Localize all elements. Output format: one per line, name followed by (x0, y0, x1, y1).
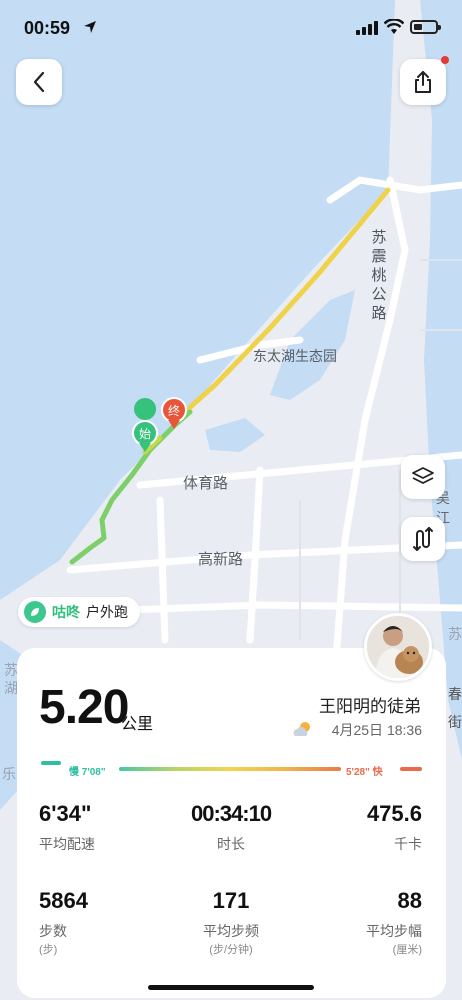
stride-label: 平均步幅 (366, 923, 422, 939)
chevron-left-icon (33, 71, 45, 93)
pace-slow-label: 慢 7'08" (69, 767, 106, 778)
route-replay-button[interactable] (401, 517, 445, 561)
distance-unit: 公里 (121, 716, 154, 733)
codoon-logo-icon (24, 601, 46, 623)
wifi-icon (384, 19, 404, 34)
back-button[interactable] (16, 59, 62, 105)
steps-unit: (步) (39, 944, 58, 956)
pace-fast-label: 5'28" 快 (346, 767, 383, 778)
map-layers-button[interactable] (401, 455, 445, 499)
steps-value: 5864 (39, 888, 88, 913)
layers-icon (412, 467, 434, 484)
end-marker-label: 终 (168, 403, 180, 418)
signal-icon (356, 21, 378, 35)
avatar-photo (367, 616, 429, 678)
location-arrow-icon (84, 21, 96, 33)
map-label-edge-le: 乐 (2, 766, 16, 782)
notification-dot (441, 56, 449, 64)
map-label-suzhen-road: 苏震桃公路 (371, 229, 387, 322)
cadence-unit: (步/分钟) (209, 944, 253, 956)
status-bar: 00:59 (0, 0, 462, 56)
avatar[interactable] (364, 613, 432, 681)
calories-value: 475.6 (366, 801, 422, 826)
partly-cloudy-icon (293, 722, 310, 736)
share-icon (415, 71, 431, 93)
map-label-edge-chun: 春 (448, 686, 462, 702)
calories-label: 千卡 (394, 836, 422, 852)
activity-type: 户外跑 (86, 604, 128, 620)
home-indicator[interactable] (148, 985, 314, 990)
cadence-label: 平均步频 (203, 923, 259, 939)
pace-slow-swatch (41, 761, 61, 765)
stride-unit: (厘米) (392, 944, 422, 956)
map-label-edge-jie: 街 (448, 714, 462, 730)
avg-pace-value: 6'34" (39, 801, 92, 826)
map-label-tiyu-road: 体育路 (183, 475, 229, 492)
brand-name: 咕咚 (52, 604, 80, 620)
summary-card: 5.20 公里 王阳明的徒弟 4月25日 18:36 慢 7'08" 5'28"… (17, 648, 446, 998)
map-label-eco-park: 东太湖生态园 (253, 348, 337, 364)
stride-value: 88 (397, 888, 422, 913)
route-icon (413, 527, 433, 551)
map-label-gaoxin-road: 高新路 (198, 551, 244, 568)
pace-fast-swatch (400, 767, 422, 771)
username[interactable]: 王阳明的徒弟 (319, 692, 421, 717)
map-label-edge-su: 苏 (448, 626, 462, 642)
map-label-edge-hu: 湖 (4, 680, 18, 696)
duration-value: 00:34:10 (191, 801, 272, 826)
pace-gradient-bar (119, 767, 341, 771)
share-button[interactable] (400, 56, 449, 105)
battery-icon (410, 20, 441, 34)
app-brand-pill: 咕咚 户外跑 (18, 597, 140, 627)
status-time: 00:59 (24, 18, 71, 38)
duration-label: 时长 (217, 836, 245, 852)
avg-pace-label: 平均配速 (39, 836, 95, 852)
activity-datetime: 4月25日 18:36 (331, 722, 422, 738)
cadence-value: 171 (212, 888, 250, 913)
distance-value: 5.20 (39, 681, 129, 734)
start-marker-label: 始 (139, 427, 151, 441)
steps-label: 步数 (39, 923, 67, 939)
map-label-edge-su2: 苏 (4, 662, 18, 678)
